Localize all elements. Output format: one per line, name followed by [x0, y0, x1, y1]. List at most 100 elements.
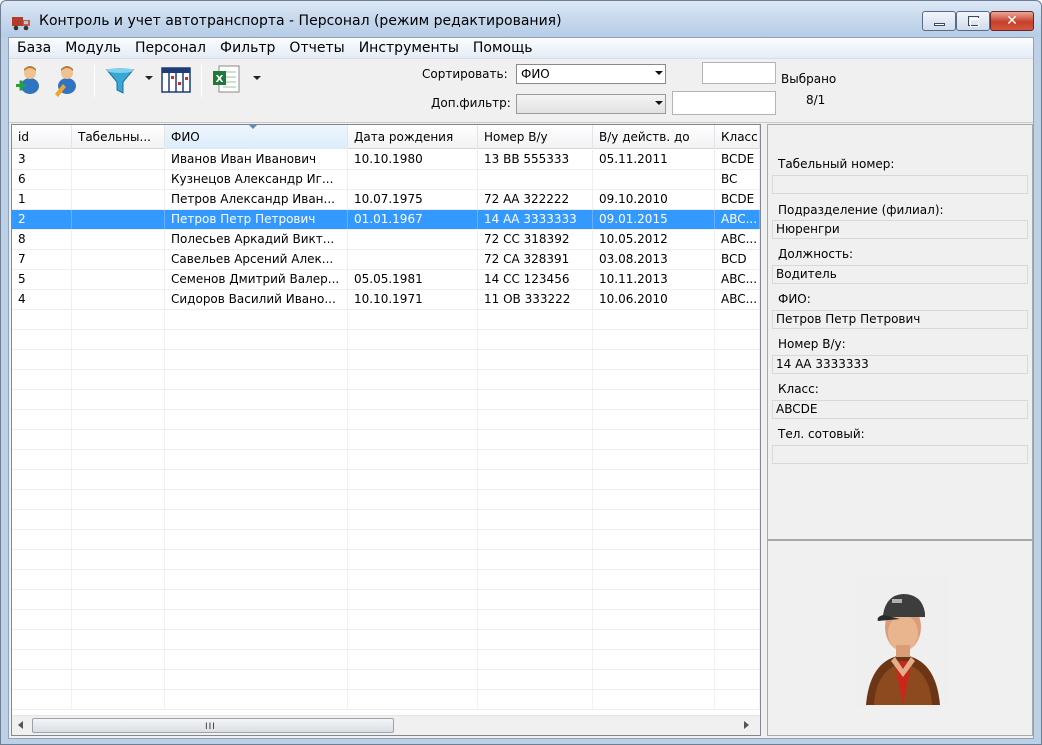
export-dropdown-arrow-icon[interactable] — [253, 76, 261, 80]
empty-cell — [165, 530, 348, 549]
empty-cell — [478, 550, 593, 569]
table-row-selected[interactable]: 2 Петров Петр Петрович 01.01.1967 14 АА 333… — [12, 210, 760, 230]
sort-combobox[interactable]: ФИО — [516, 64, 666, 84]
minimize-button[interactable] — [922, 11, 956, 31]
cell-fio: Петров Петр Петрович — [165, 210, 348, 229]
grid-body: 3 Иванов Иван Иванович 10.10.1980 13 ВВ 555… — [12, 150, 760, 715]
table-row[interactable]: 3 Иванов Иван Иванович 10.10.1980 13 ВВ 555… — [12, 150, 760, 170]
cell-license-valid: 05.11.2011 — [593, 150, 715, 169]
empty-cell — [593, 430, 715, 449]
empty-row — [12, 310, 760, 330]
cell-birthdate: 01.01.1967 — [348, 210, 478, 229]
cell-birthdate: 10.10.1980 — [348, 150, 478, 169]
personnel-grid[interactable]: id Табельны... ФИО Дата рождения Номер В… — [11, 124, 761, 736]
empty-cell — [478, 310, 593, 329]
column-header-id[interactable]: id — [12, 125, 72, 149]
cell-id: 3 — [12, 150, 72, 169]
title-bar[interactable]: Контроль и учет автотранспорта - Персона… — [1, 1, 1041, 37]
empty-cell — [12, 430, 72, 449]
extra-filter-input[interactable] — [672, 91, 776, 115]
menu-tools[interactable]: Инструменты — [352, 39, 466, 58]
menu-filter[interactable]: Фильтр — [213, 39, 282, 58]
field-label-mobile: Тел. сотовый: — [778, 427, 865, 441]
column-header-license-valid[interactable]: В/у действ. до — [593, 125, 715, 149]
table-row[interactable]: 1 Петров Александр Иван... 10.07.1975 72 АА… — [12, 190, 760, 210]
cell-birthdate — [348, 230, 478, 249]
empty-cell — [72, 430, 165, 449]
column-header-class[interactable]: Класс — [715, 125, 760, 149]
menu-modul[interactable]: Модуль — [58, 39, 128, 58]
cell-tabel — [72, 270, 165, 289]
empty-cell — [348, 470, 478, 489]
scroll-right-icon[interactable] — [744, 721, 749, 729]
toolbar-separator — [201, 65, 202, 97]
column-header-tabel[interactable]: Табельны... — [72, 125, 165, 149]
empty-row — [12, 550, 760, 570]
field-label-class: Класс: — [778, 382, 819, 396]
empty-cell — [348, 350, 478, 369]
empty-cell — [165, 590, 348, 609]
cell-birthdate: 10.07.1975 — [348, 190, 478, 209]
empty-cell — [165, 330, 348, 349]
empty-row — [12, 410, 760, 430]
empty-cell — [478, 450, 593, 469]
edit-user-icon[interactable] — [51, 62, 81, 98]
empty-row — [12, 610, 760, 630]
empty-cell — [72, 650, 165, 669]
empty-cell — [348, 570, 478, 589]
cell-license-number: 13 ВВ 555333 — [478, 150, 593, 169]
selected-search-input[interactable] — [702, 62, 776, 84]
maximize-button[interactable] — [956, 11, 990, 31]
horizontal-scrollbar[interactable]: III — [12, 715, 760, 735]
empty-cell — [715, 690, 760, 709]
table-row[interactable]: 7 Савельев Арсений Алек... 72 СА 328391 03.… — [12, 250, 760, 270]
photo-panel — [767, 540, 1033, 736]
empty-row — [12, 670, 760, 690]
empty-cell — [593, 450, 715, 469]
filter-icon[interactable] — [105, 62, 135, 98]
cell-license-number — [478, 170, 593, 189]
empty-cell — [165, 670, 348, 689]
empty-cell — [478, 470, 593, 489]
menu-reports[interactable]: Отчеты — [282, 39, 351, 58]
columns-icon[interactable] — [161, 62, 191, 98]
empty-row — [12, 530, 760, 550]
empty-cell — [12, 330, 72, 349]
cell-tabel — [72, 150, 165, 169]
empty-cell — [593, 590, 715, 609]
scrollbar-thumb[interactable]: III — [32, 718, 394, 733]
cell-license-number: 14 СС 123456 — [478, 270, 593, 289]
empty-cell — [715, 630, 760, 649]
field-value-fio: Петров Петр Петрович — [772, 310, 1028, 329]
menu-baza[interactable]: База — [9, 39, 58, 58]
empty-cell — [72, 550, 165, 569]
column-header-fio[interactable]: ФИО — [165, 125, 348, 149]
column-header-license-number[interactable]: Номер В/у — [478, 125, 593, 149]
empty-cell — [715, 330, 760, 349]
empty-cell — [593, 330, 715, 349]
cell-id: 5 — [12, 270, 72, 289]
excel-export-icon[interactable]: X — [211, 62, 241, 98]
extra-filter-combobox[interactable] — [516, 94, 666, 114]
empty-cell — [478, 330, 593, 349]
empty-cell — [12, 510, 72, 529]
close-button[interactable]: ✕ — [990, 11, 1034, 31]
filter-dropdown-arrow-icon[interactable] — [145, 76, 153, 80]
table-row[interactable]: 5 Семенов Дмитрий Валер... 05.05.1981 14 СС… — [12, 270, 760, 290]
table-row[interactable]: 6 Кузнецов Александр Иг... BC — [12, 170, 760, 190]
empty-cell — [72, 490, 165, 509]
table-row[interactable]: 8 Полесьев Аркадий Викт... 72 СС 318392 10.… — [12, 230, 760, 250]
empty-cell — [478, 370, 593, 389]
cell-license-number: 72 СС 318392 — [478, 230, 593, 249]
empty-cell — [593, 390, 715, 409]
column-header-birthdate[interactable]: Дата рождения — [348, 125, 478, 149]
scroll-left-icon[interactable] — [18, 721, 23, 729]
empty-cell — [478, 630, 593, 649]
add-user-icon[interactable] — [13, 62, 43, 98]
menu-personal[interactable]: Персонал — [128, 39, 213, 58]
field-label-fio: ФИО: — [778, 292, 811, 306]
menu-help[interactable]: Помощь — [466, 39, 540, 58]
cell-id: 7 — [12, 250, 72, 269]
table-row[interactable]: 4 Сидоров Василий Ивано... 10.10.1971 11 ОВ… — [12, 290, 760, 310]
empty-cell — [72, 330, 165, 349]
